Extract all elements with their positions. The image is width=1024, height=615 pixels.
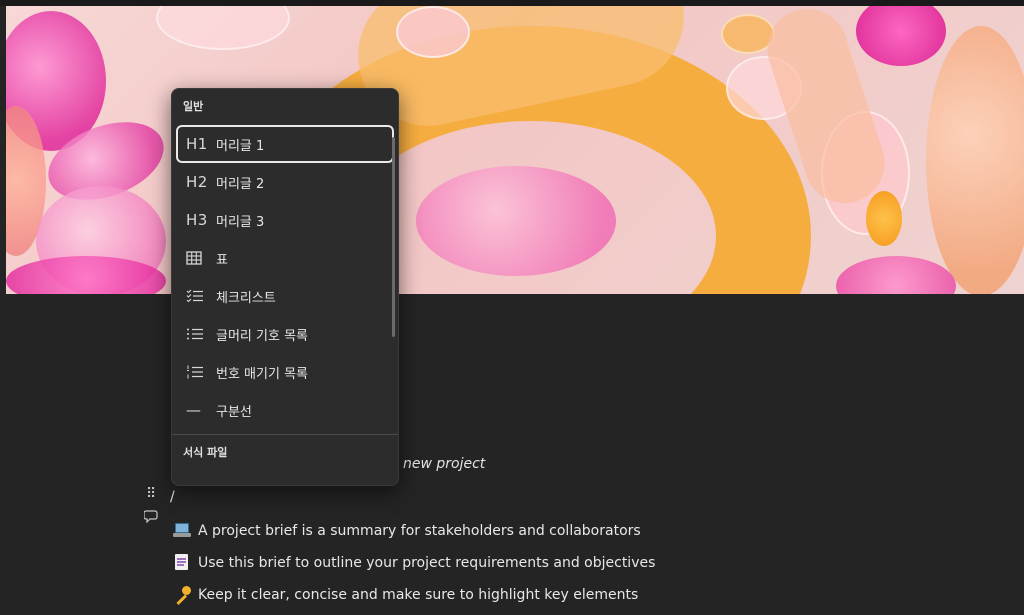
checklist-icon [186,289,208,303]
cover-shape-clear-top [156,6,290,50]
heading-2-icon: H2 [186,173,208,191]
comment-icon[interactable] [144,509,160,523]
cover-shape-orange-drop [866,191,902,246]
list-item[interactable]: Use this brief to outline your project r… [173,554,655,571]
bulleted-list-icon [186,327,208,341]
slash-command-menu: 일반 H1 머리글 1 H2 머리글 2 H3 머리글 3 표 체크리스트 글머… [171,88,399,486]
section-header-general: 일반 [183,100,204,113]
menu-item-label: 글머리 기호 목록 [216,328,308,344]
cover-shape-magenta-right [856,6,946,66]
list-item-text: A project brief is a summary for stakeho… [198,522,641,539]
menu-item-divider[interactable]: — 구분선 [176,391,394,429]
menu-item-label: 번호 매기기 목록 [216,366,308,382]
menu-item-numbered-list[interactable]: 번호 매기기 목록 [176,353,394,391]
template-icon [189,485,205,486]
list-item[interactable]: Keep it clear, concise and make sure to … [173,586,639,606]
menu-item-heading-2[interactable]: H2 머리글 2 [176,163,394,201]
menu-item-label: 체크리스트 [216,290,276,306]
menu-item-bulleted-list[interactable]: 글머리 기호 목록 [176,315,394,353]
drag-handle-icon[interactable]: ⠿ [146,487,156,501]
menu-item-label: 머리글 3 [216,214,265,230]
heading-partial-text[interactable]: new project [403,456,485,472]
list-item-text: Use this brief to outline your project r… [198,554,656,571]
menu-item-label: 머리글 2 [216,176,265,192]
heading-3-icon: H3 [186,211,208,229]
menu-item-heading-1[interactable]: H1 머리글 1 [176,125,394,163]
cover-shape-pink-bottom-right [836,256,956,294]
menu-item-checklist[interactable]: 체크리스트 [176,277,394,315]
menu-item-label: 표 [216,252,228,268]
cover-shape-peach-right [926,26,1024,294]
menu-item-heading-3[interactable]: H3 머리글 3 [176,201,394,239]
menu-item-table[interactable]: 표 [176,239,394,277]
memo-emoji-icon [173,554,192,571]
cover-shape-pink-mid [416,166,616,276]
cover-shape-bubble [396,6,470,58]
numbered-list-icon [186,365,208,379]
heading-1-icon: H1 [186,135,208,153]
menu-item-label: 구분선 [216,404,252,420]
table-icon [186,251,208,265]
divider-icon: — [186,401,201,419]
menu-item-label: 머리글 1 [216,138,265,154]
laptop-emoji-icon [173,522,192,539]
typed-slash-command[interactable]: / [170,489,175,505]
key-emoji-icon [173,586,192,606]
section-header-templates: 서식 파일 [183,446,228,459]
cover-image[interactable] [6,6,1024,294]
list-item[interactable]: A project brief is a summary for stakeho… [173,522,641,539]
list-item-text: Keep it clear, concise and make sure to … [198,586,639,603]
menu-scrollbar[interactable] [392,137,395,337]
